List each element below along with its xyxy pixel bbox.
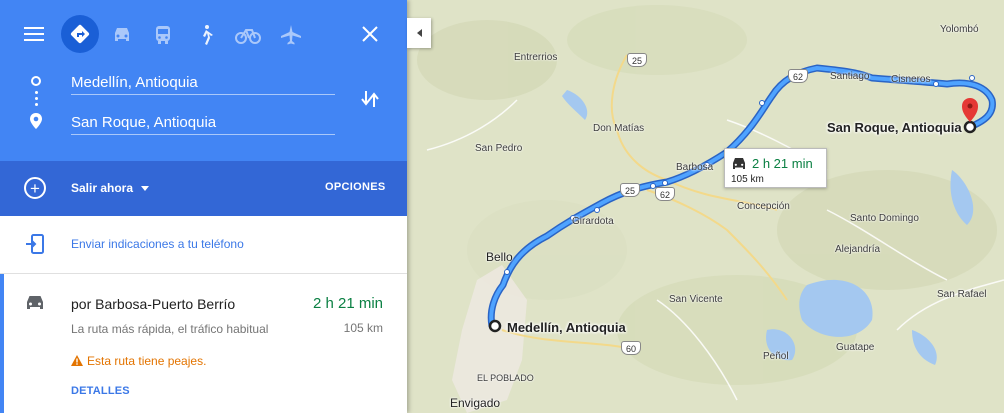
- origin-map-marker-icon[interactable]: [488, 319, 502, 333]
- depart-label: Salir ahora: [71, 181, 134, 195]
- route-distance: 105 km: [343, 321, 383, 335]
- place-label: San Rafael: [937, 289, 987, 300]
- route-duration: 2 h 21 min: [312, 295, 383, 312]
- send-to-phone-icon: [24, 233, 46, 255]
- route-tooltip[interactable]: 2 h 21 min 105 km: [724, 148, 827, 188]
- place-label: Barbosa: [676, 162, 714, 173]
- place-label: San Vicente: [669, 294, 723, 305]
- transit-mode-button[interactable]: [150, 22, 176, 48]
- tooltip-distance: 105 km: [731, 174, 764, 185]
- place-label: Bello: [486, 250, 513, 264]
- destination-map-label: San Roque, Antioquia: [827, 120, 962, 135]
- details-button[interactable]: DETALLES: [71, 385, 130, 397]
- route-dots-icon: [35, 91, 38, 113]
- tooltip-duration: 2 h 21 min: [752, 156, 813, 171]
- place-label: Yolombó: [940, 24, 979, 35]
- car-icon: [731, 157, 747, 171]
- driving-mode-button[interactable]: [109, 22, 135, 48]
- highway-shield: 60: [621, 341, 641, 355]
- origin-field[interactable]: Medellín, Antioquia: [71, 68, 335, 95]
- route-via: por Barbosa-Puerto Berrío: [71, 296, 236, 312]
- place-label: San Pedro: [475, 143, 523, 154]
- add-destination-icon[interactable]: +: [24, 177, 46, 199]
- send-to-phone-link[interactable]: Enviar indicaciones a tu teléfono: [71, 237, 244, 251]
- destination-map-pin-icon[interactable]: [962, 98, 978, 134]
- place-label: Girardota: [572, 216, 614, 227]
- walking-icon: [203, 25, 213, 45]
- destination-pin-icon: [28, 112, 44, 130]
- menu-icon[interactable]: [22, 22, 46, 46]
- bus-icon: [156, 26, 170, 44]
- depart-time-dropdown[interactable]: Salir ahora: [71, 181, 150, 195]
- route-option-card[interactable]: por Barbosa-Puerto Berrío 2 h 21 min La …: [0, 274, 407, 413]
- airplane-icon: [281, 25, 301, 45]
- toll-warning: Esta ruta tiene peajes.: [71, 354, 206, 368]
- close-icon[interactable]: [358, 22, 382, 46]
- depart-bar: + Salir ahora OPCIONES: [0, 161, 407, 216]
- place-label: Santiago: [830, 71, 870, 82]
- warning-icon: [71, 355, 83, 366]
- highway-shield: 62: [788, 69, 808, 83]
- best-route-mode-button[interactable]: [61, 15, 99, 53]
- place-label: EL POBLADO: [477, 373, 534, 383]
- chevron-down-icon: [141, 186, 150, 192]
- place-label: Peñol: [763, 351, 789, 362]
- place-label: Guatape: [836, 342, 875, 353]
- route-description: La ruta más rápida, el tráfico habitual: [71, 322, 269, 336]
- place-label: Santo Domingo: [850, 213, 919, 224]
- car-icon: [115, 28, 129, 41]
- travel-mode-bar: [0, 14, 407, 54]
- highway-shield: 25: [620, 183, 640, 197]
- directions-header: Medellín, Antioquia San Roque, Antioquia…: [0, 0, 407, 216]
- destination-field[interactable]: San Roque, Antioquia: [71, 108, 335, 135]
- place-label: Entrerrios: [514, 52, 558, 63]
- swap-icon[interactable]: [359, 88, 381, 110]
- place-label: Envigado: [450, 396, 501, 410]
- collapse-panel-button[interactable]: [407, 18, 431, 48]
- car-icon: [24, 294, 46, 316]
- walking-mode-button[interactable]: [193, 22, 219, 48]
- send-to-phone-row[interactable]: Enviar indicaciones a tu teléfono: [0, 216, 407, 274]
- highway-shield: 62: [655, 187, 675, 201]
- toll-warning-text: Esta ruta tiene peajes.: [87, 354, 207, 368]
- cycling-mode-button[interactable]: [235, 22, 261, 48]
- options-button[interactable]: OPCIONES: [325, 181, 385, 193]
- chevron-left-icon: [416, 29, 422, 37]
- place-label: Alejandría: [835, 244, 881, 255]
- origin-marker-icon: [31, 76, 41, 86]
- directions-diamond-icon: [70, 24, 90, 44]
- place-label: Concepción: [737, 201, 790, 212]
- origin-map-label: Medellín, Antioquia: [507, 320, 626, 335]
- bicycle-icon: [235, 29, 261, 44]
- directions-panel: Medellín, Antioquia San Roque, Antioquia…: [0, 0, 407, 413]
- place-label: Don Matías: [593, 123, 645, 134]
- map-canvas[interactable]: Yolombó Entrerrios Santiago Cisneros Don…: [407, 0, 1004, 413]
- flights-mode-button[interactable]: [278, 22, 304, 48]
- map-graphics: [417, 5, 1004, 413]
- selected-route-indicator: [0, 274, 4, 413]
- place-label: Cisneros: [891, 74, 931, 85]
- highway-shield: 25: [627, 53, 647, 67]
